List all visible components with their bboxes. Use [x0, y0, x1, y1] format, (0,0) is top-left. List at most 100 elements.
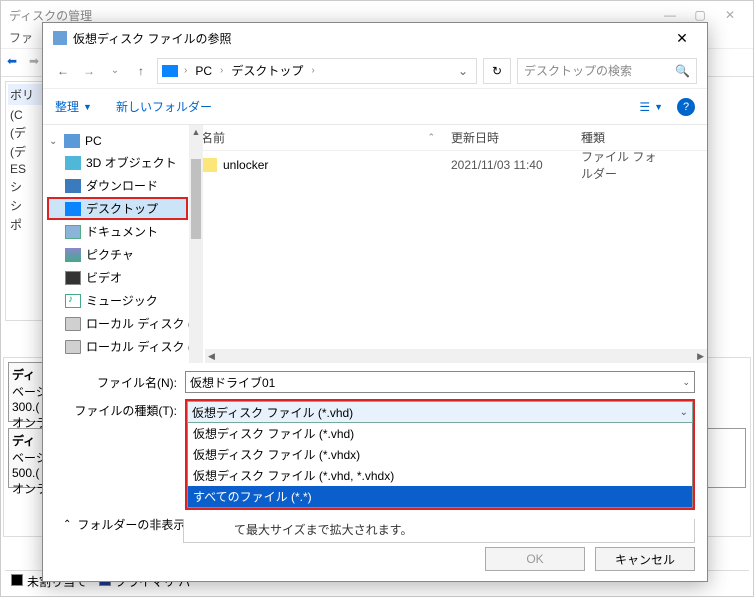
video-icon: [65, 271, 81, 285]
new-folder-button[interactable]: 新しいフォルダー: [116, 98, 212, 115]
filetype-row: ファイルの種類(T): 仮想ディスク ファイル (*.vhd) ⌄ 仮想ディスク…: [55, 399, 695, 510]
dialog-titlebar: 仮想ディスク ファイルの参照 ✕: [43, 23, 707, 53]
vol-row[interactable]: シ: [8, 177, 42, 196]
tree-pc[interactable]: ⌄PC: [47, 131, 188, 151]
forward-button[interactable]: →: [79, 64, 99, 78]
dialog-body: ⌄PC 3D オブジェクト ダウンロード デスクトップ ドキュメント ピクチャ …: [43, 125, 707, 363]
document-icon: [65, 225, 81, 239]
pc-icon: [162, 65, 178, 77]
close-icon[interactable]: ✕: [715, 8, 745, 22]
download-icon: [65, 179, 81, 193]
back-button[interactable]: ←: [53, 64, 73, 78]
view-icon: ☰: [639, 100, 650, 114]
recent-dd[interactable]: ⌄: [105, 65, 125, 76]
breadcrumb-desktop[interactable]: デスクトップ: [229, 62, 305, 79]
file-row[interactable]: unlocker 2021/11/03 11:40 ファイル フォルダー: [193, 151, 707, 179]
chevron-down-icon: ▼: [83, 102, 92, 112]
filetype-option[interactable]: すべてのファイル (*.*): [188, 486, 692, 507]
tree-label: ピクチャ: [86, 246, 134, 263]
tree-local-disk[interactable]: ローカル ディスク (C: [47, 335, 188, 358]
pc-icon: [64, 134, 80, 148]
tree-music[interactable]: ミュージック: [47, 289, 188, 312]
menu-file[interactable]: ファ: [9, 29, 33, 48]
dialog-title: 仮想ディスク ファイルの参照: [73, 30, 667, 47]
breadcrumb-pc[interactable]: PC: [193, 64, 214, 78]
chevron-down-icon: ▼: [654, 102, 663, 112]
breadcrumb-sep[interactable]: ›: [218, 65, 225, 76]
sort-indicator: ⌃: [427, 132, 435, 143]
file-hscrollbar[interactable]: ◀ ▶: [205, 349, 707, 363]
minimize-icon[interactable]: —: [655, 8, 685, 22]
refresh-button[interactable]: ↻: [483, 58, 511, 84]
picture-icon: [65, 248, 81, 262]
ok-button[interactable]: OK: [485, 547, 585, 571]
col-name[interactable]: 名前⌃: [193, 129, 443, 146]
filetype-option[interactable]: 仮想ディスク ファイル (*.vhdx): [188, 444, 692, 465]
filename-input[interactable]: 仮想ドライブ01 ⌄: [185, 371, 695, 393]
vol-row[interactable]: (デ: [8, 142, 42, 161]
tree-videos[interactable]: ビデオ: [47, 266, 188, 289]
address-bar[interactable]: › PC › デスクトップ › ⌄: [157, 58, 477, 84]
maximize-icon[interactable]: ▢: [685, 8, 715, 22]
vol-row[interactable]: ポ: [8, 215, 42, 234]
filetype-option[interactable]: 仮想ディスク ファイル (*.vhd): [188, 423, 692, 444]
search-placeholder: デスクトップの検索: [524, 62, 632, 79]
filetype-value: 仮想ディスク ファイル (*.vhd): [192, 404, 353, 421]
tree-downloads[interactable]: ダウンロード: [47, 174, 188, 197]
back-icon[interactable]: ⬅: [7, 54, 25, 72]
vol-row[interactable]: ES: [8, 161, 42, 177]
scroll-thumb[interactable]: [191, 159, 201, 239]
tree-label: ローカル ディスク (C: [86, 315, 193, 332]
combo-arrow-icon[interactable]: ⌄: [682, 377, 690, 388]
scroll-up-icon[interactable]: ▲: [190, 125, 203, 139]
app-icon: [53, 31, 67, 45]
scroll-right-icon[interactable]: ▶: [694, 351, 707, 362]
vol-row[interactable]: (デ: [8, 123, 42, 142]
tree-local-disk[interactable]: ローカル ディスク (C: [47, 312, 188, 335]
breadcrumb-sep[interactable]: ›: [182, 65, 189, 76]
tree-3d[interactable]: 3D オブジェクト: [47, 151, 188, 174]
tree-pictures[interactable]: ピクチャ: [47, 243, 188, 266]
tree-label: ミュージック: [86, 292, 158, 309]
chevron-down-icon: ⌄: [680, 407, 688, 418]
hdd-icon: [65, 340, 81, 354]
dialog-bottom: ファイル名(N): 仮想ドライブ01 ⌄ ファイルの種類(T): 仮想ディスク フ…: [43, 363, 707, 539]
filename-label: ファイル名(N):: [55, 374, 185, 391]
view-button[interactable]: ☰ ▼: [639, 100, 663, 114]
filename-row: ファイル名(N): 仮想ドライブ01 ⌄: [55, 371, 695, 393]
filetype-option[interactable]: 仮想ディスク ファイル (*.vhd, *.vhdx): [188, 465, 692, 486]
addr-dropdown-icon[interactable]: ⌄: [454, 64, 472, 78]
tree-label: ローカル ディスク (C: [86, 338, 193, 355]
disk-name: ディ: [12, 368, 35, 382]
search-icon[interactable]: 🔍: [675, 64, 690, 78]
partial-background-text: て最大サイズまで拡大されます。: [183, 519, 695, 543]
vol-row[interactable]: (C: [8, 107, 42, 123]
help-button[interactable]: ?: [677, 98, 695, 116]
close-button[interactable]: ✕: [667, 30, 697, 47]
file-type: ファイル フォルダー: [573, 148, 673, 182]
search-input[interactable]: デスクトップの検索 🔍: [517, 58, 697, 84]
breadcrumb-sep[interactable]: ›: [309, 65, 316, 76]
tree-documents[interactable]: ドキュメント: [47, 220, 188, 243]
filetype-combo[interactable]: 仮想ディスク ファイル (*.vhd) ⌄: [187, 401, 693, 423]
volume-list: ボリ (C (デ (デ ES シ シ ポ: [5, 81, 45, 321]
scroll-left-icon[interactable]: ◀: [205, 351, 218, 362]
up-button[interactable]: ↑: [131, 64, 151, 78]
col-date[interactable]: 更新日時: [443, 129, 573, 146]
col-type[interactable]: 種類: [573, 129, 673, 146]
file-date: 2021/11/03 11:40: [443, 158, 573, 172]
tree-label: ビデオ: [86, 269, 122, 286]
tree-desktop[interactable]: デスクトップ: [47, 197, 188, 220]
disk-size: 500.(: [12, 466, 39, 480]
chevron-up-icon: ⌃: [63, 519, 71, 530]
vol-row[interactable]: シ: [8, 196, 42, 215]
organize-button[interactable]: 整理 ▼: [55, 98, 92, 115]
cancel-button[interactable]: キャンセル: [595, 547, 695, 571]
hdd-icon: [65, 317, 81, 331]
file-list: 名前⌃ 更新日時 種類 unlocker 2021/11/03 11:40 ファ…: [193, 125, 707, 363]
tree-scrollbar[interactable]: ▲: [189, 125, 203, 363]
disk-size: 300.(: [12, 400, 39, 414]
folder-toggle-label: フォルダーの非表示: [77, 516, 185, 533]
folder-icon: [201, 158, 217, 172]
filename-value: 仮想ドライブ01: [190, 374, 275, 391]
